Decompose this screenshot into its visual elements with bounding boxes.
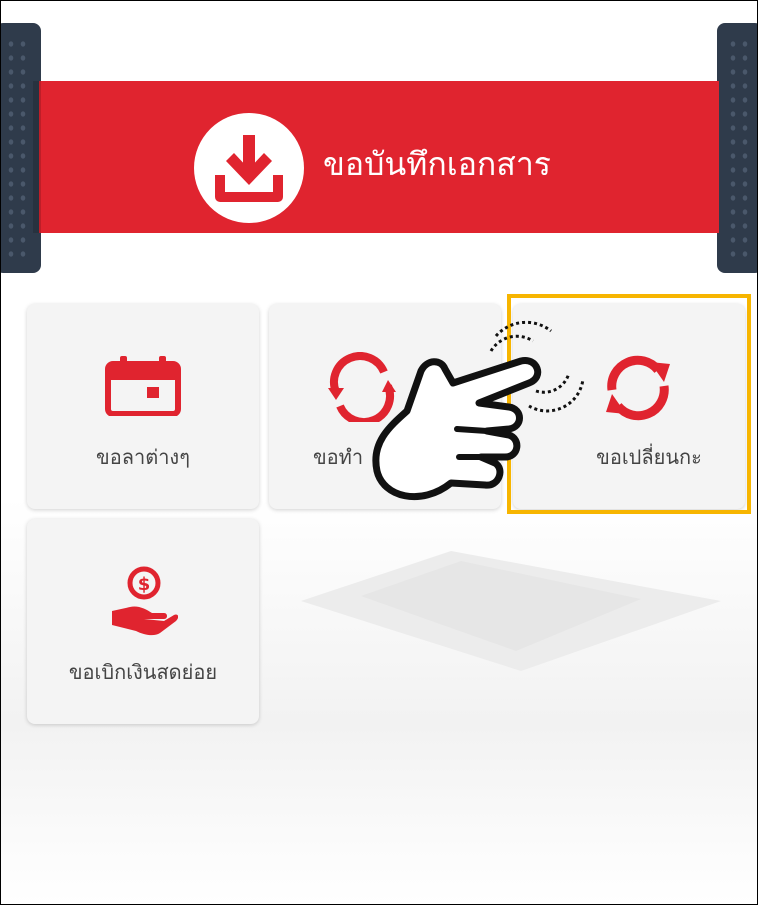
screen-frame: ขอบันทึกเอกสาร ขอลาต่างๆ ขอทำ ขอเปลี่ยนก… bbox=[0, 0, 758, 905]
background-decoration bbox=[301, 551, 721, 671]
tile-petty-cash-request[interactable]: $ ขอเบิกเงินสดย่อย bbox=[27, 519, 259, 724]
tile-label: ขอลาต่างๆ bbox=[96, 445, 190, 469]
tile-leave-request[interactable]: ขอลาต่างๆ bbox=[27, 304, 259, 509]
tile-label: ขอทำ bbox=[313, 445, 364, 469]
cash-hand-icon: $ bbox=[108, 565, 179, 643]
download-icon bbox=[194, 113, 304, 223]
svg-text:$: $ bbox=[138, 574, 151, 595]
right-side-rail bbox=[717, 23, 757, 273]
calendar-icon bbox=[105, 354, 181, 420]
hand-pointer-icon bbox=[372, 320, 585, 501]
tile-label: ขอเบิกเงินสดย่อย bbox=[68, 660, 218, 684]
page-title: ขอบันทึกเอกสาร bbox=[323, 145, 551, 183]
